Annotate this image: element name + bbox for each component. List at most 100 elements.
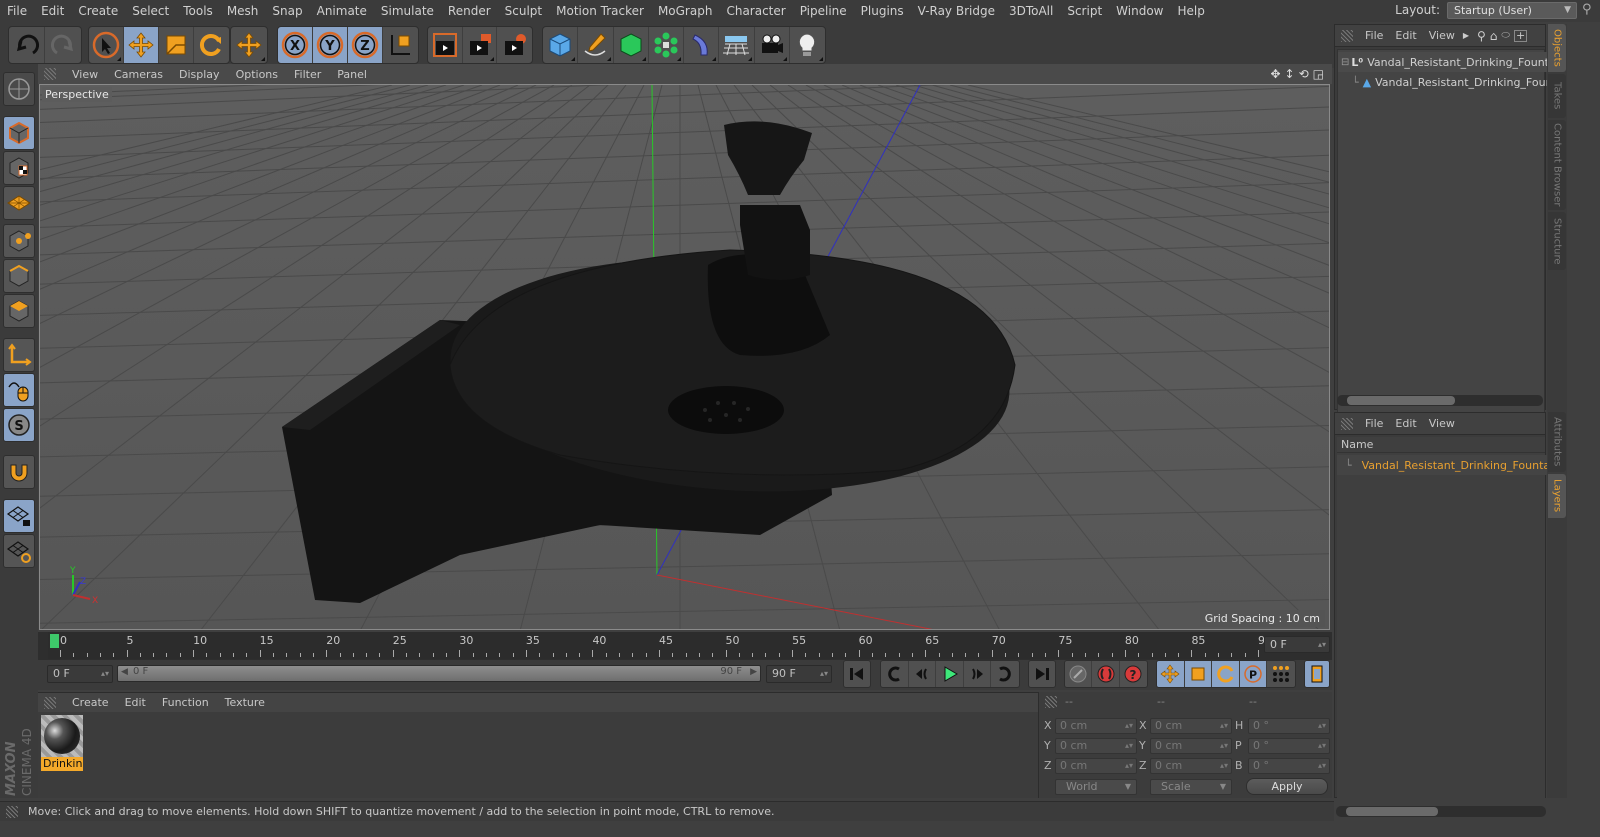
zoom-view-icon[interactable]: ↕ — [1285, 67, 1295, 81]
size-z-field[interactable]: 0 cm ▴▾ — [1150, 758, 1232, 774]
current-frame-field[interactable]: 0 F ▴▾ — [1264, 636, 1330, 653]
axis-mode-button[interactable] — [3, 338, 35, 372]
pos-x-field[interactable]: 0 cm ▴▾ — [1055, 718, 1137, 734]
rot-b-field[interactable]: 0 ° ▴▾ — [1248, 758, 1330, 774]
tab-takes[interactable]: Takes — [1548, 74, 1566, 118]
objects-horizontal-scrollbar[interactable] — [1337, 395, 1543, 406]
layers-menu-view[interactable]: View — [1425, 417, 1463, 430]
rotate-view-icon[interactable]: ⟲ — [1299, 67, 1309, 81]
undo-button[interactable] — [9, 27, 45, 63]
menu-help[interactable]: Help — [1170, 4, 1211, 18]
polygon-mode-button[interactable] — [3, 294, 35, 328]
move-all-button[interactable] — [231, 27, 267, 63]
layers-horizontal-scrollbar[interactable] — [1336, 806, 1546, 817]
menu-create[interactable]: Create — [71, 4, 125, 18]
pen-button[interactable] — [578, 27, 614, 63]
rotate-tool-button[interactable] — [194, 27, 229, 63]
menu-snap[interactable]: Snap — [265, 4, 309, 18]
menu-animate[interactable]: Animate — [310, 4, 374, 18]
record-active-button[interactable] — [1092, 661, 1120, 687]
pos-y-field[interactable]: 0 cm ▴▾ — [1055, 738, 1137, 754]
prev-key-button[interactable] — [881, 661, 909, 687]
menu-render[interactable]: Render — [441, 4, 498, 18]
pos-z-field[interactable]: 0 cm ▴▾ — [1055, 758, 1137, 774]
cube-button[interactable] — [543, 27, 579, 63]
render-view-button[interactable] — [428, 27, 463, 63]
size-y-field[interactable]: 0 cm ▴▾ — [1150, 738, 1232, 754]
goto-start-button[interactable] — [844, 661, 870, 687]
edge-mode-button[interactable] — [3, 259, 35, 293]
material-menu-create[interactable]: Create — [64, 696, 117, 709]
menu-sculpt[interactable]: Sculpt — [498, 4, 549, 18]
next-key-button[interactable] — [991, 661, 1019, 687]
solo-mode-button[interactable]: S — [3, 408, 35, 442]
range-right-arrow-icon[interactable]: ▶ — [750, 667, 757, 677]
home-icon[interactable]: ⌂ — [1490, 29, 1498, 43]
cloner-button[interactable] — [649, 27, 684, 63]
panel-grip[interactable] — [1341, 417, 1353, 430]
pan-view-icon[interactable]: ✥ — [1270, 67, 1280, 81]
objects-menu-view[interactable]: View — [1425, 29, 1463, 42]
play-button[interactable] — [936, 661, 964, 687]
viewport-menu-filter[interactable]: Filter — [286, 68, 329, 81]
subdivision-button[interactable] — [614, 27, 649, 63]
scrollbar-thumb[interactable] — [1347, 396, 1455, 405]
collapse-toggle-icon[interactable]: ⊟ — [1341, 57, 1349, 68]
range-left-arrow-icon[interactable]: ◀ — [121, 667, 128, 677]
timeline-playhead[interactable] — [50, 634, 59, 648]
toggle-view-layout-icon[interactable]: ◲ — [1313, 67, 1324, 81]
filter-icon[interactable]: ⬭ — [1501, 30, 1510, 41]
menu-vray-bridge[interactable]: V-Ray Bridge — [911, 4, 1002, 18]
viewport-menu-options[interactable]: Options — [228, 68, 286, 81]
key-position-button[interactable] — [1157, 661, 1185, 687]
menu-tools[interactable]: Tools — [176, 4, 220, 18]
tweak-mode-button[interactable] — [3, 373, 35, 407]
rot-p-field[interactable]: 0 ° ▴▾ — [1248, 738, 1330, 754]
menu-more-arrow-icon[interactable]: ▶ — [1463, 31, 1469, 40]
live-selection-button[interactable] — [89, 27, 124, 63]
viewport-menu-panel[interactable]: Panel — [329, 68, 375, 81]
tab-structure[interactable]: Structure — [1548, 212, 1566, 270]
coordinate-mode-dropdown[interactable]: World ▼ — [1055, 779, 1137, 795]
panel-grip[interactable] — [1045, 696, 1057, 708]
make-editable-button[interactable] — [3, 72, 35, 106]
timeline-ruler[interactable]: 051015202530354045505560657075808590 — [48, 632, 1272, 659]
layers-menu-file[interactable]: File — [1361, 417, 1391, 430]
menu-motion-tracker[interactable]: Motion Tracker — [549, 4, 651, 18]
objects-menu-file[interactable]: File — [1361, 29, 1391, 42]
goto-end-button[interactable] — [1029, 661, 1055, 687]
tab-objects[interactable]: Objects — [1548, 24, 1566, 72]
timeline-window-button[interactable] — [1305, 661, 1329, 687]
key-pla-button[interactable] — [1267, 661, 1295, 687]
floor-button[interactable] — [719, 27, 755, 63]
render-picture-viewer-button[interactable] — [463, 27, 498, 63]
tab-content-browser[interactable]: Content Browser — [1548, 120, 1566, 210]
rot-h-field[interactable]: 0 ° ▴▾ — [1248, 718, 1330, 734]
coordinate-system-button[interactable] — [383, 27, 418, 63]
objects-menu-edit[interactable]: Edit — [1391, 29, 1424, 42]
layers-menu-edit[interactable]: Edit — [1391, 417, 1424, 430]
workplane-button[interactable] — [3, 186, 35, 220]
new-panel-icon[interactable]: + — [1513, 29, 1528, 42]
prev-frame-button[interactable] — [909, 661, 937, 687]
deformer-button[interactable] — [684, 27, 720, 63]
key-parameter-button[interactable]: P — [1239, 661, 1268, 687]
menu-edit[interactable]: Edit — [34, 4, 71, 18]
render-settings-button[interactable] — [497, 27, 532, 63]
key-rotation-button[interactable] — [1212, 661, 1240, 687]
size-x-field[interactable]: 0 cm ▴▾ — [1150, 718, 1232, 734]
panel-grip[interactable] — [1341, 29, 1353, 42]
layout-dropdown[interactable]: Startup (User) ▼ — [1447, 2, 1577, 19]
layer-row[interactable]: └ Vandal_Resistant_Drinking_Fountain — [1337, 455, 1547, 475]
object-row[interactable]: ⊟ L⁰ Vandal_Resistant_Drinking_Fountain — [1338, 52, 1548, 72]
material-menu-edit[interactable]: Edit — [117, 696, 154, 709]
search-icon[interactable]: ⚲ — [1582, 2, 1592, 17]
x-axis-lock-button[interactable]: X — [278, 27, 313, 63]
menu-3dtoall[interactable]: 3DToAll — [1002, 4, 1060, 18]
panel-grip[interactable] — [44, 696, 56, 709]
scrollbar-thumb[interactable] — [1346, 807, 1438, 816]
tab-layers[interactable]: Layers — [1548, 474, 1566, 518]
material-swatch[interactable]: Drinking — [41, 715, 83, 772]
viewport-menu-display[interactable]: Display — [171, 68, 228, 81]
menu-plugins[interactable]: Plugins — [854, 4, 911, 18]
